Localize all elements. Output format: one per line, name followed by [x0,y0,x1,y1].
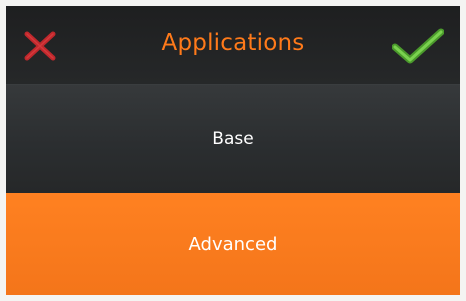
option-advanced-label: Advanced [188,233,278,255]
applications-screen: Applications Base Advanced [6,6,460,295]
option-advanced[interactable]: Advanced [6,193,460,295]
option-base[interactable]: Base [6,85,460,193]
header-bar: Applications [6,6,460,85]
option-base-label: Base [212,129,254,149]
checkmark-icon [392,28,444,64]
confirm-button[interactable] [390,24,446,68]
